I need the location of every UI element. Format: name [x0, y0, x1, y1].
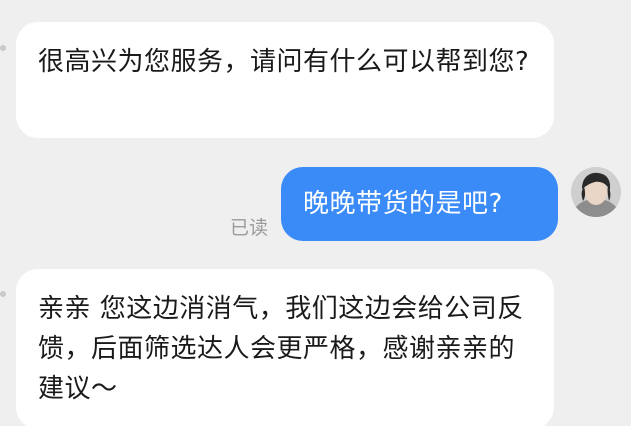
user-avatar-icon	[571, 167, 621, 217]
message-bubble-incoming[interactable]: 亲亲 您这边消消气，我们这边会给公司反馈，后面筛选达人会更严格，感谢亲亲的建议～	[16, 269, 554, 426]
user-avatar[interactable]	[571, 167, 621, 217]
message-text: 晚晚带货的是吧?	[303, 189, 503, 219]
message-bubble-incoming[interactable]: 很高兴为您服务，请问有什么可以帮到您?	[16, 22, 554, 138]
sender-avatar-edge	[0, 291, 6, 297]
message-text: 亲亲 您这边消消气，我们这边会给公司反馈，后面筛选达人会更严格，感谢亲亲的建议～	[38, 294, 524, 404]
chat-conversation: 很高兴为您服务，请问有什么可以帮到您? 已读 晚晚带货的是吧? 亲亲 您这边消消…	[0, 0, 631, 426]
sender-avatar-edge	[0, 45, 6, 51]
message-text: 很高兴为您服务，请问有什么可以帮到您?	[38, 47, 530, 77]
message-bubble-outgoing[interactable]: 晚晚带货的是吧?	[281, 167, 558, 241]
read-receipt: 已读	[230, 217, 269, 239]
